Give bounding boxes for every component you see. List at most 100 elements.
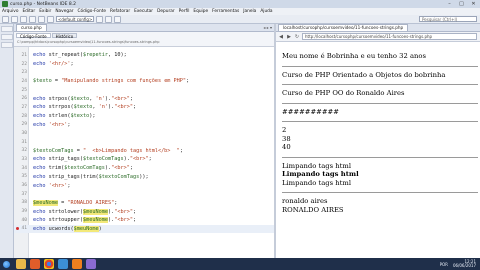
- code-line[interactable]: 35 echo strip_tags(trim($textoComTags));: [14, 173, 274, 182]
- output-line: ronaldo aires: [282, 197, 328, 205]
- line-number: 29: [21, 122, 27, 128]
- output-block: Curso de PHP Orientado a Objetos do bobr…: [282, 71, 478, 80]
- code-text: $texto = "Manipulando strings com funçõe…: [33, 78, 190, 85]
- minimize-button[interactable]: –: [445, 1, 454, 7]
- code-line[interactable]: 27 echo strrpos($texto, 'n')."<br>";: [14, 103, 274, 112]
- new-file-icon[interactable]: [2, 15, 9, 23]
- app-icon[interactable]: [86, 259, 96, 269]
- menu-codigo-fonte[interactable]: Código-Fonte: [78, 9, 107, 14]
- line-number: 30: [21, 130, 27, 136]
- code-line[interactable]: 28 echo strlen($texto);: [14, 112, 274, 121]
- code-line[interactable]: 41 echo ucwords($meuNome): [14, 224, 274, 234]
- main-toolbar: <default config> Pesquisar (Ctrl+I): [0, 15, 480, 24]
- forward-icon[interactable]: ▶: [286, 34, 292, 40]
- window-title: curso.php - NetBeans IDE 8.2: [10, 1, 77, 7]
- undo-icon[interactable]: [38, 15, 45, 23]
- code-line[interactable]: 22 echo '<hr/>';: [14, 60, 274, 69]
- output-block: Curso de PHP OO do Ronaldo Aires: [282, 89, 478, 98]
- services-panel-tab[interactable]: [1, 42, 13, 48]
- code-line[interactable]: 23: [14, 68, 274, 77]
- browser-toolbar: ◀ ▶ ↻ http://localhost/cursophp/cursoemv…: [276, 32, 480, 42]
- browser-tab[interactable]: localhost/cursophp/cursoemvideo/11-funco…: [278, 24, 409, 31]
- menu-navegar[interactable]: Navegar: [55, 9, 73, 14]
- profile-icon[interactable]: [114, 15, 121, 23]
- config-select[interactable]: <default config>: [56, 16, 94, 22]
- output-line: Limpando tags html: [282, 161, 352, 170]
- browser-viewport: Meu nome é Bobrinha e eu tenho 32 anos Cu…: [276, 42, 480, 258]
- clock-date: 06/06/2017: [452, 263, 476, 268]
- files-panel-tab[interactable]: [1, 34, 13, 40]
- tab-source[interactable]: Código-Fonte: [16, 33, 51, 39]
- menu-refatorar[interactable]: Refatorar: [110, 9, 130, 14]
- reload-icon[interactable]: ↻: [294, 34, 300, 40]
- output-line: RONALDO AIRES: [282, 205, 344, 214]
- file-explorer-icon[interactable]: [16, 259, 26, 269]
- new-project-icon[interactable]: [11, 15, 18, 23]
- code-text: echo strtolower($meuNome)."<br>";: [33, 208, 137, 215]
- output-line: Limpando tags html: [282, 178, 352, 187]
- menu-ajuda[interactable]: Ajuda: [260, 9, 272, 14]
- code-line[interactable]: 40 echo strtoupper($meuNome)."<br>";: [14, 216, 274, 225]
- run-icon[interactable]: [96, 15, 103, 23]
- close-button[interactable]: ✕: [469, 1, 478, 7]
- menu-janela[interactable]: Janela: [243, 9, 256, 14]
- debug-icon[interactable]: [105, 15, 112, 23]
- code-line[interactable]: 31: [14, 138, 274, 147]
- code-line[interactable]: 36 echo '<hr>';: [14, 181, 274, 190]
- code-line[interactable]: 25: [14, 86, 274, 95]
- maximize-button[interactable]: □: [457, 1, 466, 7]
- code-line[interactable]: 34 echo trim($textoComTags)."<br>";: [14, 164, 274, 173]
- save-all-icon[interactable]: [29, 15, 36, 23]
- editor-tab-strip: curso.php ◂ ▸ ▾: [14, 24, 274, 32]
- line-number: 31: [21, 139, 27, 145]
- code-line[interactable]: 37: [14, 190, 274, 199]
- chrome-icon[interactable]: [44, 259, 54, 269]
- menu-equipe[interactable]: Equipe: [193, 9, 208, 14]
- menu-executar[interactable]: Executar: [134, 9, 153, 14]
- code-text: echo strlen($texto);: [33, 113, 96, 120]
- menu-arquivo[interactable]: Arquivo: [2, 9, 18, 14]
- horizontal-rule: [282, 65, 478, 67]
- tab-history[interactable]: Histórico: [51, 33, 78, 39]
- menu-depurar[interactable]: Depurar: [157, 9, 175, 14]
- search-input[interactable]: Pesquisar (Ctrl+I): [419, 16, 477, 22]
- code-text: echo strtoupper($meuNome)."<br>";: [33, 217, 137, 224]
- code-line[interactable]: 29 echo '<hr>';: [14, 120, 274, 129]
- line-number: 22: [21, 61, 27, 67]
- code-text: echo strrpos($texto, 'n')."<br>";: [33, 104, 137, 111]
- start-button[interactable]: [0, 258, 12, 270]
- clock[interactable]: 12:21 06/06/2017: [452, 259, 476, 269]
- language-indicator[interactable]: POR: [440, 262, 448, 267]
- tab-scroll-arrows-icon[interactable]: ◂ ▸ ▾: [263, 25, 272, 30]
- file-path: C:\xampp\htdocs\cursophp\cursoemvideo\11…: [17, 40, 160, 44]
- code-line[interactable]: 32 $textoComTags = " <b>Limpando tags htm…: [14, 146, 274, 155]
- code-line[interactable]: 38 $meuNome = "RONALDO AIRES";: [14, 199, 274, 208]
- menu-perfil[interactable]: Perfil: [179, 9, 190, 14]
- browser-app-icon[interactable]: [30, 259, 40, 269]
- code-line[interactable]: 30: [14, 129, 274, 138]
- horizontal-rule: [282, 121, 478, 122]
- code-line[interactable]: 33 echo strip_tags($textoComTags)."<br>";: [14, 155, 274, 164]
- code-line[interactable]: 24 $texto = "Manipulando strings com funç…: [14, 77, 274, 86]
- code-text: $textoComTags = " <b>Limpando tags html<…: [33, 147, 183, 154]
- code-editor[interactable]: 21 echo str_repeat($repetir, 10); 22 echo '…: [14, 47, 274, 258]
- address-bar[interactable]: http://localhost/cursophp/cursoemvideo/1…: [302, 33, 477, 40]
- projects-panel-tab[interactable]: [1, 26, 13, 32]
- menu-exibir[interactable]: Exibir: [39, 9, 51, 14]
- open-project-icon[interactable]: [20, 15, 27, 23]
- line-number: 38: [21, 200, 27, 206]
- code-text: echo '<hr>';: [33, 121, 71, 128]
- media-icon[interactable]: [72, 259, 82, 269]
- code-line[interactable]: 26 echo strpos($texto, 'n')."<br>";: [14, 94, 274, 103]
- code-line[interactable]: 21 echo str_repeat($repetir, 10);: [14, 51, 274, 60]
- code-line[interactable]: 39 echo strtolower($meuNome)."<br>";: [14, 207, 274, 216]
- menu-ferramentas[interactable]: Ferramentas: [212, 9, 239, 14]
- menu-editar[interactable]: Editar: [22, 9, 35, 14]
- redo-icon[interactable]: [47, 15, 54, 23]
- editor-file-tab[interactable]: curso.php: [16, 24, 47, 31]
- back-icon[interactable]: ◀: [278, 34, 284, 40]
- netbeans-task-icon[interactable]: [58, 259, 68, 269]
- code-text: echo ucwords($meuNome): [33, 225, 102, 232]
- output-line: Meu nome é Bobrinha e eu tenho 32 anos: [282, 52, 426, 60]
- code-text: echo trim($textoComTags)."<br>";: [33, 165, 133, 172]
